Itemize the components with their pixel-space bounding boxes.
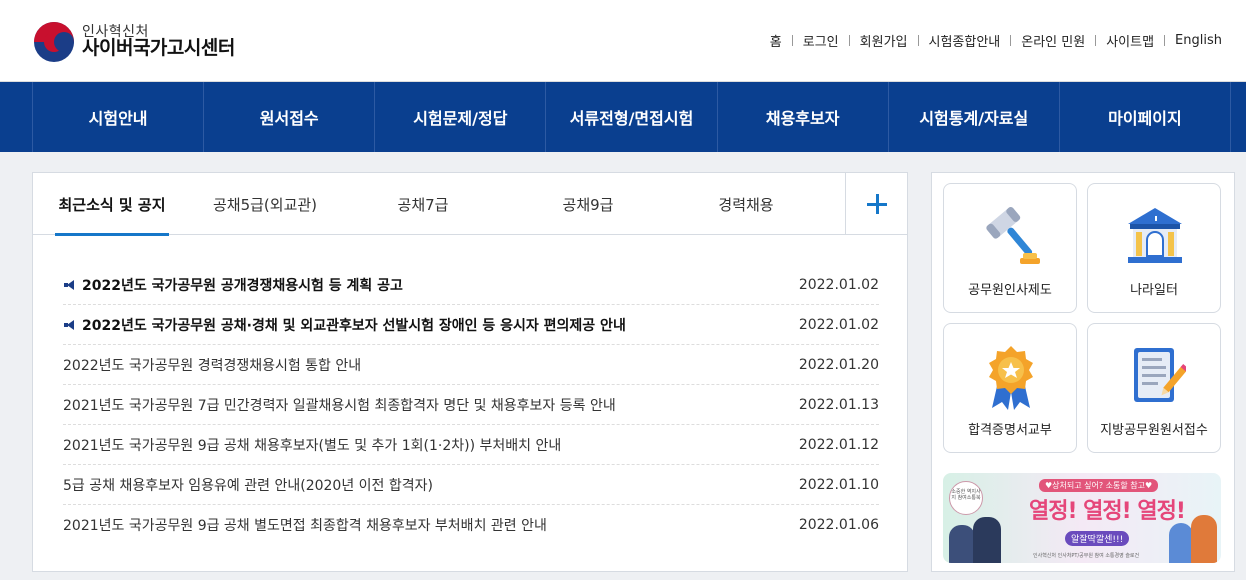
quick-links-panel: 공무원인사제도 나라일터 합격증명서교부 지방공무원원서접수 소중한 역지사지 … bbox=[931, 172, 1235, 572]
speaker-icon bbox=[63, 279, 79, 291]
notice-date: 2022.01.06 bbox=[798, 517, 879, 533]
notice-tabs: 최근소식 및 공지 공채5급(외교관) 공채7급 공채9급 경력채용 bbox=[33, 173, 907, 236]
more-button[interactable] bbox=[845, 173, 907, 234]
banner-headline: 열정! 열정! 열정! bbox=[1029, 499, 1186, 524]
util-link-signup[interactable]: 회원가입 bbox=[860, 31, 908, 50]
banner-kicker: ♥상처되고 싶어? 소통할 참고♥ bbox=[1039, 479, 1159, 492]
quick-link-narailteo[interactable]: 나라일터 bbox=[1087, 183, 1221, 313]
main-nav: 시험안내 원서접수 시험문제/정답 서류전형/면접시험 채용후보자 시험통계/자… bbox=[0, 82, 1246, 152]
notice-title: 5급 공채 채용후보자 임용유예 관련 안내(2020년 이전 합격자) bbox=[63, 477, 433, 494]
tab-career[interactable]: 경력채용 bbox=[669, 173, 823, 235]
util-link-exam-guide[interactable]: 시험종합안내 bbox=[929, 31, 1001, 50]
notice-date: 2022.01.02 bbox=[798, 316, 879, 333]
utility-links: 홈 로그인 회원가입 시험종합안내 온라인 민원 사이트맵 English bbox=[770, 31, 1222, 50]
site-header: 인사혁신처 사이버국가고시센터 홈 로그인 회원가입 시험종합안내 온라인 민원… bbox=[0, 0, 1246, 82]
banner-person-illustration bbox=[1191, 515, 1217, 563]
notice-row[interactable]: 2021년도 국가공무원 7급 민간경력자 일괄채용시험 최종합격자 명단 및 … bbox=[63, 385, 879, 425]
util-link-home[interactable]: 홈 bbox=[770, 31, 782, 50]
banner-footnote: 인사혁신처 인사처PT/공무원 참여 소통경영 슬로건 bbox=[1033, 553, 1140, 559]
speaker-icon bbox=[63, 319, 79, 331]
quick-link-local-application[interactable]: 지방공무원원서접수 bbox=[1087, 323, 1221, 453]
notice-title: 2022년도 국가공무원 공개경쟁채용시험 등 계획 공고 bbox=[82, 277, 403, 294]
nav-item-candidates[interactable]: 채용후보자 bbox=[718, 82, 889, 152]
quick-link-label: 합격증명서교부 bbox=[968, 423, 1052, 438]
quick-link-personnel-system[interactable]: 공무원인사제도 bbox=[943, 183, 1077, 313]
tab-grade7[interactable]: 공채7급 bbox=[339, 173, 507, 235]
banner-person-illustration bbox=[1169, 523, 1193, 563]
notice-row[interactable]: 5급 공채 채용후보자 임용유예 관련 안내(2020년 이전 합격자) 202… bbox=[63, 465, 879, 505]
banner-badge: 알잘딱깔센!!! bbox=[1065, 531, 1130, 546]
notice-date: 2022.01.20 bbox=[798, 356, 879, 373]
quick-link-label: 지방공무원원서접수 bbox=[1100, 423, 1208, 438]
notice-date: 2022.01.12 bbox=[798, 436, 879, 453]
banner-person-illustration bbox=[973, 517, 1001, 563]
notice-title: 2021년도 국가공무원 9급 공채 채용후보자(별도 및 추가 1회(1·2차… bbox=[63, 437, 562, 454]
notice-row[interactable]: 2021년도 국가공무원 9급 공채 채용후보자(별도 및 추가 1회(1·2차… bbox=[63, 425, 879, 465]
notice-date: 2022.01.10 bbox=[798, 476, 879, 493]
banner-round-badge: 소중한 역지사지 참여소통북 bbox=[949, 481, 983, 515]
banner-person-illustration bbox=[949, 525, 975, 563]
promo-banner[interactable]: 소중한 역지사지 참여소통북 ♥상처되고 싶어? 소통할 참고♥ 열정! 열정!… bbox=[943, 473, 1221, 563]
award-medal-icon bbox=[989, 346, 1033, 410]
logo-site-name: 사이버국가고시센터 bbox=[82, 37, 235, 60]
gavel-icon bbox=[986, 206, 1040, 264]
quick-link-label: 나라일터 bbox=[1130, 283, 1178, 298]
util-link-online-civil[interactable]: 온라인 민원 bbox=[1021, 31, 1085, 50]
site-logo[interactable]: 인사혁신처 사이버국가고시센터 bbox=[34, 22, 235, 62]
tab-grade5-diplomat[interactable]: 공채5급(외교관) bbox=[191, 173, 339, 235]
notice-row[interactable]: 2022년도 국가공무원 공개경쟁채용시험 등 계획 공고 2022.01.02 bbox=[63, 265, 879, 305]
nav-item-statistics[interactable]: 시험통계/자료실 bbox=[889, 82, 1060, 152]
document-pencil-icon bbox=[1134, 348, 1186, 402]
nav-item-exam-info[interactable]: 시험안내 bbox=[33, 82, 205, 152]
notice-title: 2021년도 국가공무원 7급 민간경력자 일괄채용시험 최종합격자 명단 및 … bbox=[63, 397, 616, 414]
notice-list: 2022년도 국가공무원 공개경쟁채용시험 등 계획 공고 2022.01.02… bbox=[63, 265, 879, 545]
quick-link-certificate[interactable]: 합격증명서교부 bbox=[943, 323, 1077, 453]
nav-item-mypage[interactable]: 마이페이지 bbox=[1060, 82, 1231, 152]
nav-item-application[interactable]: 원서접수 bbox=[204, 82, 376, 152]
plus-icon bbox=[866, 193, 887, 214]
quick-link-label: 공무원인사제도 bbox=[968, 283, 1052, 298]
nav-item-questions-answers[interactable]: 시험문제/정답 bbox=[375, 82, 547, 152]
notice-row[interactable]: 2021년도 국가공무원 9급 공채 별도면접 최종합격 채용후보자 부처배치 … bbox=[63, 505, 879, 545]
notice-title: 2021년도 국가공무원 9급 공채 별도면접 최종합격 채용후보자 부처배치 … bbox=[63, 518, 547, 534]
building-icon bbox=[1128, 208, 1182, 263]
government-emblem-icon bbox=[34, 22, 74, 62]
notice-title: 2022년도 국가공무원 경력경쟁채용시험 통합 안내 bbox=[63, 357, 362, 374]
notice-title: 2022년도 국가공무원 공채·경채 및 외교관후보자 선발시험 장애인 등 응… bbox=[82, 317, 626, 334]
util-link-sitemap[interactable]: 사이트맵 bbox=[1106, 31, 1154, 50]
notice-row[interactable]: 2022년도 국가공무원 공채·경채 및 외교관후보자 선발시험 장애인 등 응… bbox=[63, 305, 879, 345]
notice-panel: 최근소식 및 공지 공채5급(외교관) 공채7급 공채9급 경력채용 2022년… bbox=[32, 172, 908, 572]
tab-grade9[interactable]: 공채9급 bbox=[507, 173, 669, 235]
notice-row[interactable]: 2022년도 국가공무원 경력경쟁채용시험 통합 안내 2022.01.20 bbox=[63, 345, 879, 385]
notice-date: 2022.01.13 bbox=[798, 396, 879, 413]
notice-date: 2022.01.02 bbox=[798, 276, 879, 293]
util-link-english[interactable]: English bbox=[1175, 33, 1222, 48]
nav-item-document-interview[interactable]: 서류전형/면접시험 bbox=[546, 82, 718, 152]
util-link-login[interactable]: 로그인 bbox=[803, 31, 839, 50]
tab-news-notice[interactable]: 최근소식 및 공지 bbox=[33, 173, 191, 236]
